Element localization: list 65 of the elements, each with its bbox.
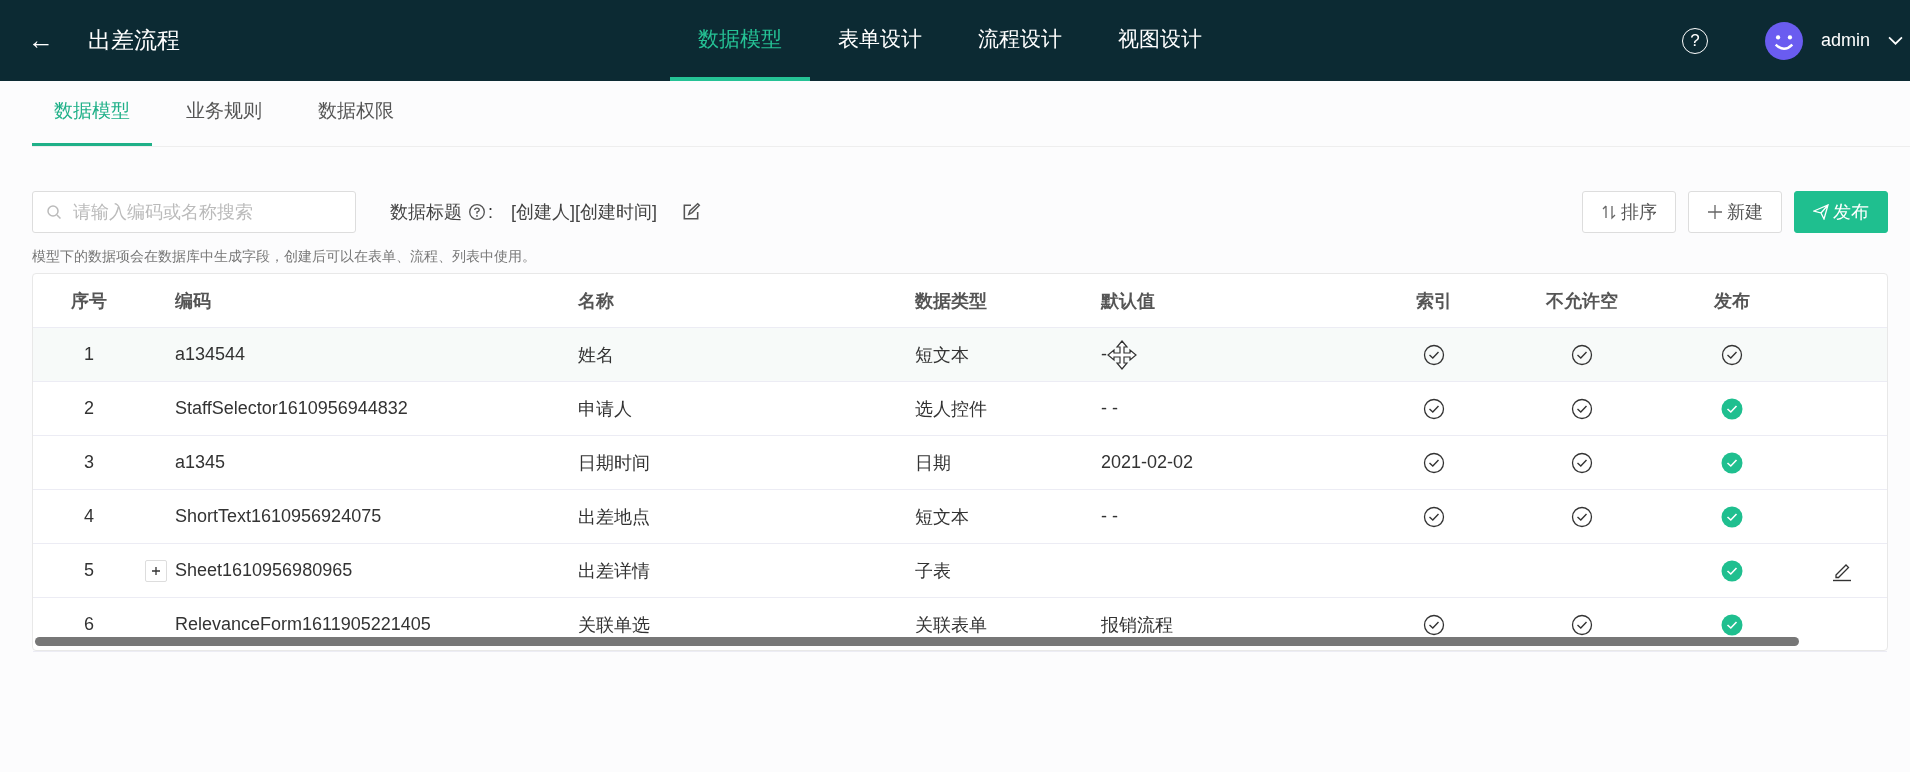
column-header: 数据类型 (915, 289, 988, 313)
move-cursor-icon (1107, 339, 1137, 370)
table-cell: a134544 (175, 344, 246, 365)
table-cell-text: 短文本 (915, 343, 970, 367)
sort-icon (1601, 204, 1617, 220)
table-cell-text: 关联表单 (915, 613, 988, 637)
nav-tab[interactable]: 流程设计 (950, 0, 1090, 81)
table-cell-text: 日期 (915, 451, 952, 475)
table-cell-text: 6 (83, 613, 95, 636)
tab[interactable]: 数据权限 (296, 81, 416, 146)
table-cell-text: 申请人 (578, 397, 633, 421)
table-cell-text: 短文本 (915, 505, 970, 529)
data-title-label: 数据标题 (390, 201, 462, 224)
expand-button[interactable] (145, 559, 167, 582)
column-header: 索引 (1415, 289, 1453, 313)
back-button[interactable]: ← (28, 25, 58, 56)
tab[interactable]: 业务规则 (164, 81, 284, 146)
nav-tab[interactable]: 数据模型 (670, 0, 810, 81)
table-cell: StaffSelector1610956944832 (175, 398, 408, 419)
table-cell: Sheet1610956980965 (175, 560, 353, 581)
search-icon (46, 204, 62, 220)
table-cell-text: 1 (83, 343, 95, 366)
nav-tab[interactable]: 表单设计 (810, 0, 950, 81)
scrollbar[interactable] (35, 637, 1799, 646)
table-cell: 2021-02-02 (1101, 452, 1194, 473)
hint-text: 模型下的数据项会在数据库中生成字段，创建后可以在表单、流程、列表中使用。 (32, 248, 537, 266)
nav-tab[interactable]: 视图设计 (1090, 0, 1230, 81)
edit-icon[interactable] (681, 202, 702, 222)
table-cell: ShortText1610956924075 (175, 506, 382, 527)
new-button[interactable]: 新建 (1688, 191, 1782, 233)
avatar-icon[interactable] (1765, 21, 1803, 60)
colon: : (488, 201, 493, 223)
caret-icon[interactable] (1888, 36, 1904, 45)
table-cell-text: 出差地点 (578, 505, 651, 529)
table-cell: - - (1101, 506, 1118, 527)
data-title-value: [创建人][创建时间] (511, 201, 658, 224)
table-cell-text: 报销流程 (1101, 613, 1173, 637)
table-cell-text: 子表 (915, 559, 952, 583)
table-cell: - (1101, 344, 1107, 365)
table-cell-text: 日期时间 (578, 451, 651, 475)
table-cell-text: 5 (83, 559, 95, 582)
table-cell-text: 姓名 (578, 343, 615, 367)
column-header: 编码 (174, 289, 212, 313)
column-header: 名称 (578, 289, 615, 313)
plus-icon (1707, 204, 1723, 220)
help-icon[interactable] (468, 203, 486, 221)
page-title: 出差流程 (88, 26, 180, 55)
table-cell-text: 关联单选 (578, 613, 651, 637)
table-cell-text: 出差详情 (578, 559, 651, 583)
table-cell-text: 4 (83, 505, 95, 528)
search-field[interactable]: 请输入编码或名称搜索 (32, 191, 356, 233)
column-header: 默认值 (1101, 289, 1156, 313)
plus-icon (151, 565, 161, 576)
table-cell-text: 3 (83, 451, 95, 474)
sort-button[interactable]: 排序 (1582, 191, 1676, 233)
table-cell: a1345 (175, 452, 226, 473)
column-header: 序号 (70, 289, 108, 313)
table-cell-text: 2 (83, 397, 95, 420)
column-header: 不允许空 (1545, 289, 1619, 313)
column-header: 发布 (1713, 289, 1751, 313)
table-cell: - - (1101, 398, 1118, 419)
table-cell-text: 选人控件 (915, 397, 988, 421)
send-icon (1813, 204, 1829, 220)
table-cell: RelevanceForm1611905221405 (175, 614, 431, 635)
user-name[interactable]: admin (1821, 30, 1871, 51)
